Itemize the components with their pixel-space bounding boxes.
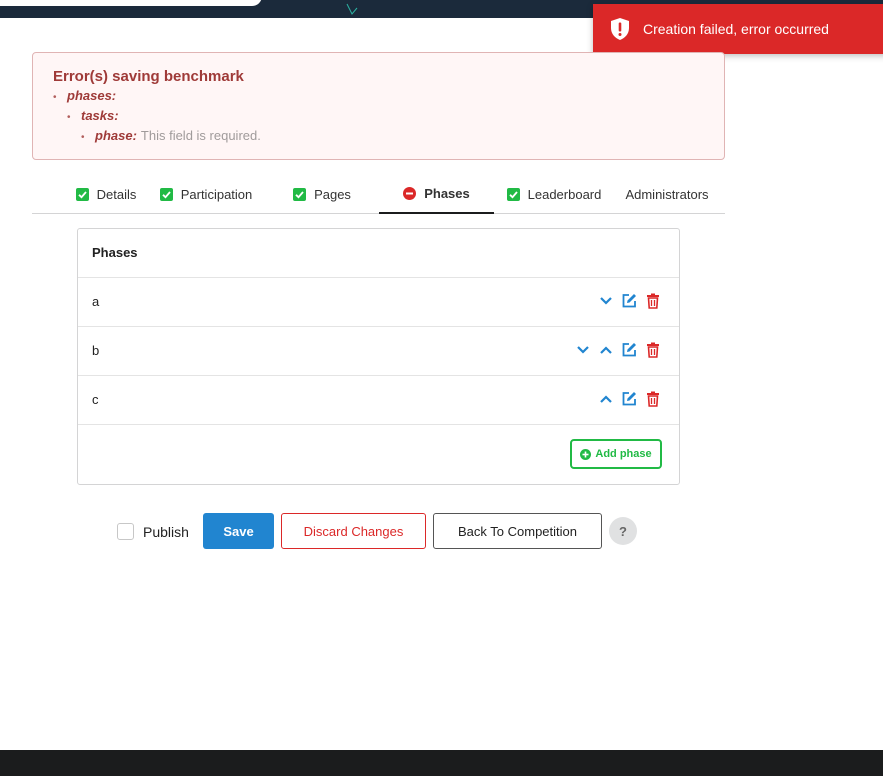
logo-fragment-icon xyxy=(346,3,358,15)
tab-administrators[interactable]: Administrators xyxy=(614,174,720,214)
error-detail: This field is required. xyxy=(140,128,261,143)
minus-circle-icon xyxy=(403,186,417,200)
edit-icon[interactable] xyxy=(621,342,637,358)
error-item-phase: • phase: This field is required. xyxy=(81,128,261,143)
phase-row: b xyxy=(78,327,679,376)
back-to-competition-button[interactable]: Back To Competition xyxy=(433,513,602,549)
checkbox-box[interactable] xyxy=(117,523,134,540)
tab-label: Participation xyxy=(180,186,253,202)
chevron-up-icon[interactable] xyxy=(598,391,614,407)
chevron-down-icon[interactable] xyxy=(598,293,614,309)
check-square-icon xyxy=(159,187,173,201)
error-message-box: Error(s) saving benchmark • phases: • ta… xyxy=(32,52,725,160)
editor-tabs: Details Participation Pages Phases Leade… xyxy=(32,174,725,214)
bullet-icon: • xyxy=(67,112,71,123)
edit-icon[interactable] xyxy=(621,391,637,407)
error-toast[interactable]: Creation failed, error occurred xyxy=(593,4,883,54)
error-key: tasks: xyxy=(81,108,119,123)
save-button[interactable]: Save xyxy=(203,513,274,549)
tab-label: Details xyxy=(96,186,137,202)
phase-row: c xyxy=(78,376,679,425)
search-input[interactable] xyxy=(0,0,262,6)
exclamation-shield-icon xyxy=(610,16,630,42)
error-title: Error(s) saving benchmark xyxy=(53,68,244,85)
phase-name: b xyxy=(92,343,100,358)
error-item-tasks: • tasks: xyxy=(67,108,119,123)
check-square-icon xyxy=(293,187,307,201)
tab-label: Pages xyxy=(314,186,351,202)
discard-changes-button[interactable]: Discard Changes xyxy=(281,513,426,549)
bullet-icon: • xyxy=(53,92,57,103)
error-key: phases: xyxy=(67,88,117,103)
check-square-icon xyxy=(75,187,89,201)
panel-header: Phases xyxy=(78,229,679,278)
trash-icon[interactable] xyxy=(645,391,661,407)
plus-circle-icon xyxy=(580,448,592,460)
add-phase-button[interactable]: Add phase xyxy=(570,439,662,469)
tab-leaderboard[interactable]: Leaderboard xyxy=(494,174,614,214)
error-key: phase: xyxy=(95,128,137,143)
tab-pages[interactable]: Pages xyxy=(272,174,372,214)
check-square-icon xyxy=(506,187,520,201)
trash-icon[interactable] xyxy=(645,342,661,358)
tab-phases[interactable]: Phases xyxy=(379,174,494,214)
panel-title: Phases xyxy=(92,245,138,260)
trash-icon[interactable] xyxy=(645,293,661,309)
footer-bar xyxy=(0,750,883,776)
chevron-down-icon[interactable] xyxy=(575,342,591,358)
edit-icon[interactable] xyxy=(621,293,637,309)
error-item-phases: • phases: xyxy=(53,88,116,103)
add-phase-label: Add phase xyxy=(595,448,652,460)
bullet-icon: • xyxy=(81,132,85,143)
tab-label: Administrators xyxy=(625,186,709,202)
phase-name: c xyxy=(92,392,99,407)
chevron-up-icon[interactable] xyxy=(598,342,614,358)
phases-panel: Phases a b c Add phase xyxy=(77,228,680,485)
help-button[interactable]: ? xyxy=(609,517,637,545)
tab-label: Phases xyxy=(424,185,470,201)
toast-message: Creation failed, error occurred xyxy=(643,21,829,37)
phase-row: a xyxy=(78,278,679,327)
tab-participation[interactable]: Participation xyxy=(146,174,266,214)
publish-checkbox[interactable]: Publish xyxy=(117,523,189,540)
tab-label: Leaderboard xyxy=(527,186,602,202)
phase-name: a xyxy=(92,294,100,309)
publish-label: Publish xyxy=(143,523,189,540)
